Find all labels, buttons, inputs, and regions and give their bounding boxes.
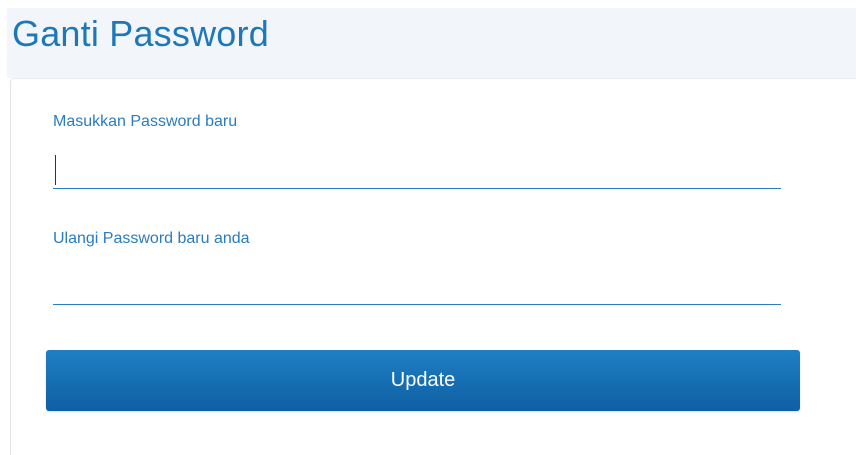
new-password-input[interactable] [53,151,781,189]
new-password-label: Masukkan Password baru [53,113,238,130]
update-button[interactable]: Update [46,350,800,411]
text-caret [55,155,56,185]
page-title: Ganti Password [12,13,269,54]
repeat-password-input[interactable] [53,267,781,305]
repeat-password-label: Ulangi Password baru anda [53,230,250,247]
